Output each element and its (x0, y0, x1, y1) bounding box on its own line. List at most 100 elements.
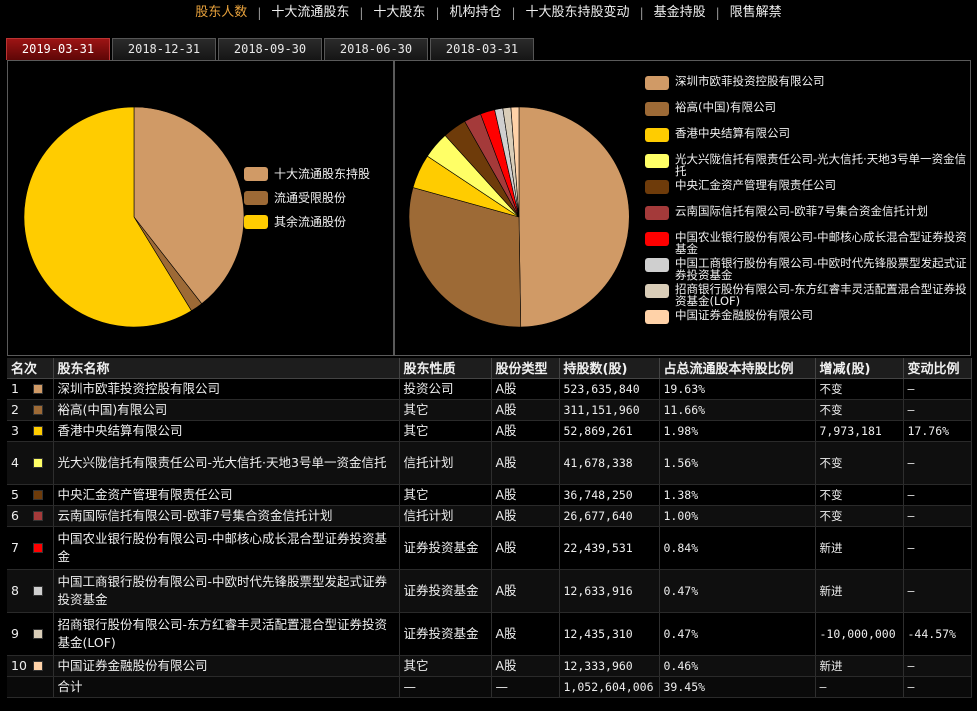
float-share-legend-item: 十大流通股东持股 (244, 166, 370, 190)
legend-label: 香港中央结算有限公司 (675, 126, 790, 140)
nav-top10-float-holders[interactable]: 十大流通股东 (261, 0, 359, 26)
table-row[interactable]: 1 深圳市欧菲投资控股有限公司 投资公司 A股 523,635,840 19.63% 不变 — (7, 378, 972, 400)
cell-holder-name[interactable]: 中国工商银行股份有限公司-中欧时代先锋股票型发起式证券投资基金 (53, 569, 400, 613)
tab-period-4[interactable]: 2018-06-30 (324, 38, 428, 60)
cell-change-ratio: — (903, 484, 972, 506)
cell-holder-name[interactable]: 裕高(中国)有限公司 (53, 399, 400, 421)
rank-number: 2 (11, 401, 19, 417)
col-header-change[interactable]: 增减(股) (815, 358, 904, 379)
col-header-rank[interactable]: 名次 (7, 358, 54, 379)
cell-holder-name[interactable]: 招商银行股份有限公司-东方红睿丰灵活配置混合型证券投资基金(LOF) (53, 612, 400, 656)
cell-change-ratio: — (903, 526, 972, 570)
cell-shares: 12,435,310 (559, 612, 660, 656)
cell-rank: 9 (7, 612, 54, 656)
cell-rank: 5 (7, 484, 54, 506)
cell-change-ratio: — (903, 441, 972, 485)
cell-share-type: A股 (491, 505, 560, 527)
cell-rank: 6 (7, 505, 54, 527)
tab-period-3[interactable]: 2018-09-30 (218, 38, 322, 60)
table-row[interactable]: 4 光大兴陇信托有限责任公司-光大信托·天地3号单一资金信托 信托计划 A股 41,67… (7, 441, 972, 485)
legend-swatch (645, 154, 669, 168)
cell-change: 不变 (815, 378, 904, 400)
table-row[interactable]: 5 中央汇金资产管理有限责任公司 其它 A股 36,748,250 1.38% 不变 — (7, 484, 972, 506)
cell-share-type: A股 (491, 612, 560, 656)
cell-holder-nature: 其它 (399, 420, 492, 442)
table-row[interactable]: 3 香港中央结算有限公司 其它 A股 52,869,261 1.98% 7,973,181 1… (7, 420, 972, 442)
top10-holders-legend-item: 裕高(中国)有限公司 (645, 101, 970, 127)
legend-swatch (645, 258, 669, 272)
cell-holder-nature: 其它 (399, 399, 492, 421)
legend-color-swatch (33, 405, 43, 415)
col-header-name[interactable]: 股东名称 (53, 358, 400, 379)
legend-swatch (645, 206, 669, 220)
cell-holder-name[interactable]: 香港中央结算有限公司 (53, 420, 400, 442)
cell-change-ratio: 17.76% (903, 420, 972, 442)
col-header-nature[interactable]: 股东性质 (399, 358, 492, 379)
top10-holders-pie-slice[interactable] (518, 106, 630, 328)
cell-holder-nature: 证券投资基金 (399, 569, 492, 613)
table-row[interactable]: 7 中国农业银行股份有限公司-中邮核心成长混合型证券投资基金 证券投资基金 A股 22,… (7, 526, 972, 570)
nav-lockup-release[interactable]: 限售解禁 (720, 0, 792, 26)
cell-rank: 4 (7, 441, 54, 485)
legend-swatch (645, 232, 669, 246)
tab-period-1[interactable]: 2019-03-31 (6, 38, 110, 60)
cell-change: 不变 (815, 505, 904, 527)
tab-period-2[interactable]: 2018-12-31 (112, 38, 216, 60)
cell-shares: 52,869,261 (559, 420, 660, 442)
col-header-shares[interactable]: 持股数(股) (559, 358, 660, 379)
nav-top10-changes[interactable]: 十大股东持股变动 (516, 0, 640, 26)
cell-rank: 1 (7, 378, 54, 400)
table-row[interactable]: 10 中国证券金融股份有限公司 其它 A股 12,333,960 0.46% 新进 — (7, 655, 972, 677)
cell-holder-name[interactable]: 中国证券金融股份有限公司 (53, 655, 400, 677)
table-row[interactable]: 9 招商银行股份有限公司-东方红睿丰灵活配置混合型证券投资基金(LOF) 证券投资基… (7, 612, 972, 656)
cell-ratio: 0.84% (659, 526, 816, 570)
top10-holders-legend-item: 中国工商银行股份有限公司-中欧时代先锋股票型发起式证券投资基金 (645, 257, 970, 283)
legend-label: 流通受限股份 (274, 191, 347, 205)
table-row[interactable]: 6 云南国际信托有限公司-欧菲7号集合资金信托计划 信托计划 A股 26,677,640… (7, 505, 972, 527)
cell-holder-name[interactable]: 云南国际信托有限公司-欧菲7号集合资金信托计划 (53, 505, 400, 527)
cell-share-type: A股 (491, 420, 560, 442)
cell-holder-nature: 信托计划 (399, 441, 492, 485)
cell-holder-name[interactable]: 深圳市欧菲投资控股有限公司 (53, 378, 400, 400)
top10-holders-legend: 深圳市欧菲投资控股有限公司 裕高(中国)有限公司 香港中央结算有限公司光大兴陇信托有… (645, 75, 970, 335)
col-header-share-type[interactable]: 股份类型 (491, 358, 560, 379)
cell-holder-name[interactable]: 中央汇金资产管理有限责任公司 (53, 484, 400, 506)
nav-top10-holders[interactable]: 十大股东 (363, 0, 435, 26)
cell-ratio: 11.66% (659, 399, 816, 421)
cell-change: 新进 (815, 526, 904, 570)
cell-holder-name[interactable]: 中国农业银行股份有限公司-中邮核心成长混合型证券投资基金 (53, 526, 400, 570)
tab-period-5[interactable]: 2018-03-31 (430, 38, 534, 60)
top10-holders-legend-item: 深圳市欧菲投资控股有限公司 (645, 75, 970, 101)
nav-institution-holdings[interactable]: 机构持仓 (439, 0, 511, 26)
cell-shares: 311,151,960 (559, 399, 660, 421)
cell-change: 不变 (815, 484, 904, 506)
cell-share-type: A股 (491, 399, 560, 421)
top10-holders-legend-item: 光大兴陇信托有限责任公司-光大信托·天地3号单一资金信托 (645, 153, 970, 179)
legend-label: 光大兴陇信托有限责任公司-光大信托·天地3号单一资金信托 (675, 152, 967, 178)
float-share-legend: 十大流通股东持股 流通受限股份 其余流通股份 (244, 166, 370, 238)
table-header-row: 名次 股东名称 股东性质 股份类型 持股数(股) 占总流通股本持股比例 增减(股… (7, 358, 972, 379)
legend-color-swatch (33, 586, 43, 596)
legend-label: 招商银行股份有限公司-东方红睿丰灵活配置混合型证券投资基金(LOF) (675, 282, 967, 308)
cell-change: 新进 (815, 655, 904, 677)
cell-ratio: 1.00% (659, 505, 816, 527)
cell-total-shares: 1,052,604,006 (559, 676, 660, 698)
col-header-ratio[interactable]: 占总流通股本持股比例 (659, 358, 816, 379)
table-row[interactable]: 8 中国工商银行股份有限公司-中欧时代先锋股票型发起式证券投资基金 证券投资基金 A股… (7, 569, 972, 613)
col-header-change-ratio[interactable]: 变动比例 (903, 358, 972, 379)
cell-holder-nature: 信托计划 (399, 505, 492, 527)
nav-fund-holdings[interactable]: 基金持股 (644, 0, 716, 26)
legend-color-swatch (33, 490, 43, 500)
nav-shareholder-count[interactable]: 股东人数 (185, 0, 257, 26)
legend-label: 十大流通股东持股 (274, 167, 371, 181)
cell-holder-name[interactable]: 光大兴陇信托有限责任公司-光大信托·天地3号单一资金信托 (53, 441, 400, 485)
top10-holders-legend-item: 中国证券金融股份有限公司 (645, 309, 970, 335)
cell-rank: 10 (7, 655, 54, 677)
cell-change-ratio: — (903, 655, 972, 677)
table-row[interactable]: 2 裕高(中国)有限公司 其它 A股 311,151,960 11.66% 不变 — (7, 399, 972, 421)
top10-holders-legend-item: 香港中央结算有限公司 (645, 127, 970, 153)
cell-holder-nature: 证券投资基金 (399, 612, 492, 656)
legend-color-swatch (33, 629, 43, 639)
cell-shares: 22,439,531 (559, 526, 660, 570)
top10-holders-legend-item: 招商银行股份有限公司-东方红睿丰灵活配置混合型证券投资基金(LOF) (645, 283, 970, 309)
